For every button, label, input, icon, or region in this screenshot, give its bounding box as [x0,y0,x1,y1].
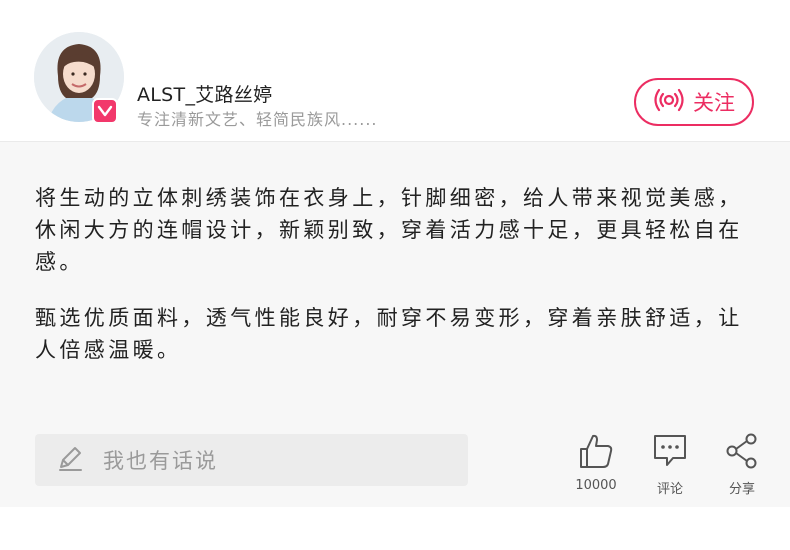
article-paragraph-1: 将生动的立体刺绣装饰在衣身上，针脚细密，给人带来视觉美感，休闲大方的连帽设计，新… [35,186,743,274]
thumbs-up-icon [578,432,614,474]
comment-button[interactable]: 评论 [640,432,700,497]
article-content: 将生动的立体刺绣装饰在衣身上，针脚细密，给人带来视觉美感，休闲大方的连帽设计，新… [0,141,790,507]
v-badge-icon [92,98,118,124]
like-count: 10000 [575,478,617,493]
comment-label: 评论 [656,482,683,497]
author-description: 专注清新文艺、轻简民族风...... [137,110,378,129]
follow-button[interactable]: 关注 [634,78,754,126]
author-name[interactable]: ALST_艾路丝婷 [137,80,272,107]
comment-placeholder: 我也有话说 [103,449,218,473]
article-page: ALST_艾路丝婷 专注清新文艺、轻简民族风...... 关注 将生动的立体刺绣… [0,0,790,550]
comment-bubble-icon [652,432,688,474]
share-icon [724,432,760,474]
broadcast-icon [653,88,685,117]
follow-label: 关注 [693,91,735,115]
comment-input[interactable]: 我也有话说 [35,434,468,486]
bottom-spacer [0,507,790,550]
pencil-icon [55,443,85,477]
article-paragraph-2: 甄选优质面料，透气性能良好，耐穿不易变形，穿着亲肤舒适，让人倍感温暖。 [35,306,743,362]
share-label: 分享 [728,482,755,497]
share-button[interactable]: 分享 [712,432,772,497]
like-button[interactable]: 10000 [566,432,626,493]
author-header: ALST_艾路丝婷 专注清新文艺、轻简民族风...... 关注 [0,0,790,140]
